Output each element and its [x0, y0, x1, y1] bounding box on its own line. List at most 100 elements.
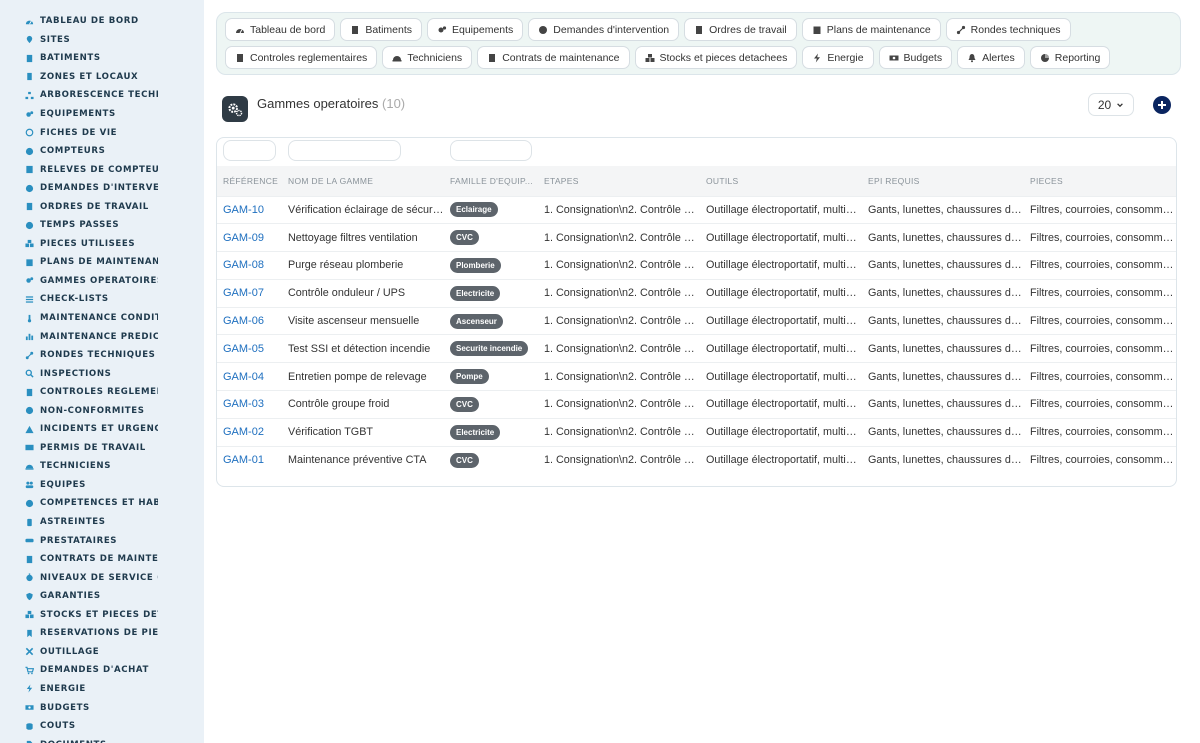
column-header[interactable]: FAMILLE D'EQUIP...: [444, 166, 538, 196]
sidebar-item-couts[interactable]: COUTS: [0, 717, 204, 736]
gears-icon: [437, 25, 452, 35]
sidebar-item-techniciens[interactable]: TECHNICIENS: [0, 457, 204, 476]
shortcut-techniciens-button[interactable]: Techniciens: [382, 46, 473, 69]
sidebar-item-compteurs[interactable]: COMPTEURS: [0, 142, 204, 161]
sidebar-item-arborescence-techni[interactable]: ARBORESCENCE TECHNI: [0, 86, 204, 105]
shortcut-demandes-d-intervention-button[interactable]: Demandes d'intervention: [528, 18, 680, 41]
sidebar-item-reservations-de-piece[interactable]: RESERVATIONS DE PIECE: [0, 624, 204, 643]
reference-link[interactable]: GAM-04: [217, 363, 282, 391]
add-button[interactable]: [1153, 96, 1171, 114]
shortcut-energie-button[interactable]: Energie: [802, 46, 874, 69]
filter-family-input[interactable]: [450, 140, 532, 161]
filter-name-input[interactable]: [288, 140, 401, 161]
table-row[interactable]: GAM-05 Test SSI et détection incendie Secu…: [217, 334, 1176, 363]
sidebar-item-demandes-d-intervent[interactable]: DEMANDES D'INTERVENT: [0, 179, 204, 198]
shortcut-contrats-de-maintenance-button[interactable]: Contrats de maintenance: [477, 46, 630, 69]
shortcut-reporting-button[interactable]: Reporting: [1029, 46, 1111, 69]
sidebar-item-label: FICHES DE VIE: [40, 127, 118, 138]
reference-link[interactable]: GAM-07: [217, 279, 282, 307]
sidebar-item-gammes-operatoires[interactable]: GAMMES OPERATOIRES: [0, 272, 204, 291]
table-row[interactable]: GAM-10 Vérification éclairage de sécurité…: [217, 196, 1176, 224]
sidebar-item-stocks-et-pieces-deta[interactable]: STOCKS ET PIECES DETA: [0, 606, 204, 625]
filter-reference-input[interactable]: [223, 140, 276, 161]
column-header[interactable]: NOM DE LA GAMME: [282, 166, 444, 196]
reference-link[interactable]: GAM-06: [217, 307, 282, 335]
sidebar-item-astreintes[interactable]: ASTREINTES: [0, 513, 204, 532]
shortcut-batiments-button[interactable]: Batiments: [340, 18, 422, 41]
family-badge: Eclairage: [450, 202, 498, 218]
sidebar-item-inspections[interactable]: INSPECTIONS: [0, 364, 204, 383]
sidebar-item-garanties[interactable]: GARANTIES: [0, 587, 204, 606]
sidebar-item-budgets[interactable]: BUDGETS: [0, 698, 204, 717]
shortcut-ordres-de-travail-button[interactable]: Ordres de travail: [684, 18, 797, 41]
sidebar-item-niveaux-de-service-sl[interactable]: NIVEAUX DE SERVICE (SL: [0, 568, 204, 587]
reference-link[interactable]: GAM-05: [217, 335, 282, 363]
sidebar-item-outillage[interactable]: OUTILLAGE: [0, 643, 204, 662]
column-header[interactable]: EPI REQUIS: [862, 166, 1024, 196]
reference-link[interactable]: GAM-10: [217, 196, 282, 224]
reference-link[interactable]: GAM-09: [217, 224, 282, 252]
sidebar-item-batiments[interactable]: BATIMENTS: [0, 49, 204, 68]
per-page-select[interactable]: 20: [1088, 93, 1134, 116]
reference-link[interactable]: GAM-08: [217, 252, 282, 280]
table-row[interactable]: GAM-06 Visite ascenseur mensuelle Ascenseu…: [217, 307, 1177, 335]
sidebar-item-documents[interactable]: DOCUMENTS: [0, 735, 204, 743]
column-header[interactable]: RÉFÉRENCE: [217, 166, 282, 196]
sidebar-item-ordres-de-travail[interactable]: ORDRES DE TRAVAIL: [0, 197, 204, 216]
sidebar-item-check-lists[interactable]: CHECK-LISTS: [0, 290, 204, 309]
reference-link[interactable]: GAM-01: [217, 446, 282, 474]
sidebar-item-equipes[interactable]: EQUIPES: [0, 476, 204, 495]
shortcut-plans-de-maintenance-button[interactable]: Plans de maintenance: [801, 18, 941, 41]
parts-cell: Filtres, courroies, consommables: [1030, 315, 1177, 328]
column-header[interactable]: ETAPES: [538, 166, 700, 196]
record-count: (10): [382, 95, 406, 111]
sidebar-item-permis-de-travail[interactable]: PERMIS DE TRAVAIL: [0, 439, 204, 458]
sidebar-item-equipements[interactable]: EQUIPEMENTS: [0, 105, 204, 124]
sidebar-item-pieces-utilisees[interactable]: PIECES UTILISEES: [0, 235, 204, 254]
sidebar-item-releves-de-compteurs[interactable]: RELEVES DE COMPTEURS: [0, 160, 204, 179]
shortcut-rondes-techniques-button[interactable]: Rondes techniques: [945, 18, 1071, 41]
sidebar-item-tableau-de-bord[interactable]: TABLEAU DE BORD: [0, 12, 204, 31]
shortcut-equipements-button[interactable]: Equipements: [427, 18, 524, 41]
table-row[interactable]: GAM-02 Vérification TGBT Electricite 1. Con…: [217, 418, 1176, 446]
sidebar-item-prestataires[interactable]: PRESTATAIRES: [0, 531, 204, 550]
sidebar-item-competences-et-habil[interactable]: COMPETENCES ET HABIL: [0, 494, 204, 513]
sidebar-item-demandes-d-achat[interactable]: DEMANDES D'ACHAT: [0, 661, 204, 680]
shortcut-label: Ordres de travail: [709, 23, 787, 36]
sidebar-item-energie[interactable]: ENERGIE: [0, 680, 204, 699]
column-header[interactable]: PIECES: [1024, 166, 1176, 196]
shortcut-alertes-button[interactable]: Alertes: [957, 46, 1025, 69]
table-row[interactable]: GAM-08 Purge réseau plomberie Plomberie 1. …: [217, 251, 1176, 280]
reference-link[interactable]: GAM-03: [217, 391, 282, 419]
table-row[interactable]: GAM-03 Contrôle groupe froid CVC 1. Consign…: [217, 390, 1176, 419]
sidebar-item-contrats-de-maintena[interactable]: CONTRATS DE MAINTENA: [0, 550, 204, 569]
sidebar-item-label: PLANS DE MAINTENANCE: [40, 257, 158, 268]
sidebar-item-rondes-techniques[interactable]: RONDES TECHNIQUES: [0, 346, 204, 365]
shortcut-stocks-et-pieces-detachees-button[interactable]: Stocks et pieces detachees: [634, 46, 798, 69]
shortcut-controles-reglementaires-button[interactable]: Controles reglementaires: [225, 46, 378, 69]
table-row[interactable]: GAM-04 Entretien pompe de relevage Pompe 1.…: [217, 362, 1176, 391]
parts-cell: Filtres, courroies, consommables: [1030, 454, 1177, 467]
sidebar-item-temps-passes[interactable]: TEMPS PASSES: [0, 216, 204, 235]
table-row[interactable]: GAM-01 Maintenance préventive CTA CVC 1. Co…: [217, 446, 1177, 474]
search-icon: [24, 369, 34, 379]
shortcut-label: Batiments: [365, 23, 412, 36]
sidebar-item-sites[interactable]: SITES: [0, 31, 204, 50]
sidebar-item-fiches-de-vie[interactable]: FICHES DE VIE: [0, 123, 204, 142]
shortcut-budgets-button[interactable]: Budgets: [878, 46, 953, 69]
sidebar-item-label: GAMMES OPERATOIRES: [40, 275, 158, 286]
reference-link[interactable]: GAM-02: [217, 418, 282, 446]
sidebar-item-maintenance-predicti[interactable]: MAINTENANCE PREDICTI: [0, 327, 204, 346]
sidebar-item-non-conformites[interactable]: NON-CONFORMITES: [0, 401, 204, 420]
table-row[interactable]: GAM-07 Contrôle onduleur / UPS Electricite…: [217, 279, 1176, 307]
sidebar-item-label: INSPECTIONS: [40, 368, 112, 379]
column-header[interactable]: OUTILS: [700, 166, 862, 196]
warning-icon: [24, 424, 34, 434]
sidebar-item-maintenance-conditio[interactable]: MAINTENANCE CONDITIO: [0, 309, 204, 328]
sidebar-item-incidents-et-urgences[interactable]: INCIDENTS ET URGENCES: [0, 420, 204, 439]
sidebar-item-plans-de-maintenance[interactable]: PLANS DE MAINTENANCE: [0, 253, 204, 272]
sidebar-item-controles-reglement[interactable]: CONTROLES REGLEMENT: [0, 383, 204, 402]
table-row[interactable]: GAM-09 Nettoyage filtres ventilation CVC 1.…: [217, 223, 1176, 252]
sidebar-item-zones-et-locaux[interactable]: ZONES ET LOCAUX: [0, 68, 204, 87]
shortcut-tableau-de-bord-button[interactable]: Tableau de bord: [225, 18, 336, 41]
